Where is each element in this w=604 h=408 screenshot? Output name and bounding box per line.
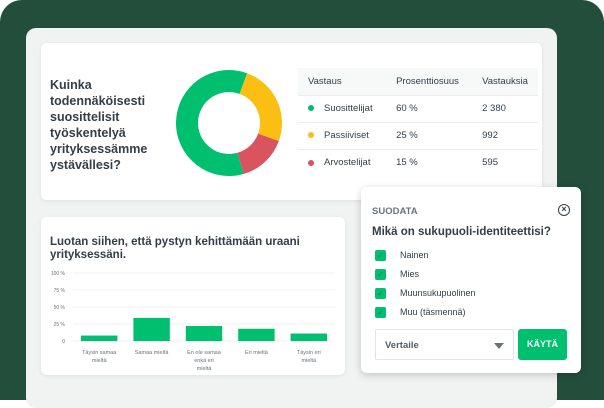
col-header: Vastaus: [298, 68, 387, 95]
select-value: Vertaile: [385, 340, 419, 351]
row-label: Arvostelijat: [324, 157, 371, 169]
checkbox-checked-icon[interactable]: ✓: [375, 268, 386, 280]
nps-card: Kuinka todennäköisesti suosittelisit työ…: [41, 43, 542, 200]
compare-select[interactable]: Vertaile: [375, 329, 514, 360]
checkbox-checked-icon[interactable]: ✓: [375, 287, 386, 299]
row-label: Suosittelijat: [324, 103, 373, 114]
x-tick-label: mieltä: [92, 358, 108, 364]
donut-slice: [175, 70, 248, 176]
col-header: Vastauksia: [472, 68, 538, 95]
apply-button[interactable]: KÄYTÄ: [518, 329, 567, 360]
bar: [133, 317, 170, 341]
checkbox-checked-icon[interactable]: ✓: [375, 249, 386, 261]
filter-option[interactable]: ✓ Muu (täsmennä): [375, 306, 466, 318]
bar: [185, 326, 223, 341]
row-percent: 25 %: [386, 121, 473, 149]
x-tick-label: Täysin samaa: [82, 350, 117, 356]
y-tick-label: 75 %: [54, 288, 66, 294]
checkbox-checked-icon[interactable]: ✓: [375, 306, 386, 318]
chevron-down-icon: [494, 343, 504, 349]
row-count: 992: [472, 121, 538, 149]
table-row: Passiiviset 25 % 992: [298, 121, 538, 149]
legend-dot: [308, 105, 314, 112]
y-tick-label: 50 %: [54, 305, 66, 311]
y-tick-label: 100 %: [51, 271, 66, 277]
close-icon[interactable]: ×: [558, 204, 570, 216]
question-title: Kuinka todennäköisesti suosittelisit työ…: [50, 78, 148, 172]
row-count: 595: [472, 148, 538, 176]
bar: [81, 335, 118, 341]
bar-chart-card: Luotan siihen, että pystyn kehittämään u…: [41, 217, 345, 375]
x-tick-label: Eri mieltä: [245, 350, 269, 356]
x-tick-label: mieltä: [197, 366, 213, 372]
col-header: Prosenttiosuus: [386, 68, 473, 95]
filter-question: Mikä on sukupuoli-identiteettisi?: [372, 226, 551, 238]
x-tick-label: En ole samaa: [187, 350, 222, 356]
y-tick-label: 25 %: [54, 322, 66, 328]
row-percent: 15 %: [386, 148, 473, 176]
option-label: Muunsukupuolinen: [400, 288, 476, 298]
row-label: Passiiviset: [324, 130, 369, 141]
table-header: Vastaus Prosenttiosuus Vastauksia: [298, 68, 538, 95]
filter-popup: SUODATA × Mikä on sukupuoli-identiteetti…: [361, 187, 581, 373]
legend-dot: [308, 132, 314, 139]
option-label: Muu (täsmennä): [400, 307, 466, 317]
y-tick-label: 0: [62, 339, 65, 345]
option-label: Mies: [400, 269, 420, 279]
results-table: Vastaus Prosenttiosuus Vastauksia Suosit…: [298, 68, 538, 176]
filter-title: SUODATA: [372, 206, 418, 217]
donut-slice: [239, 73, 282, 142]
x-tick-label: enkä eri: [194, 358, 214, 364]
x-tick-label: mieltä: [301, 358, 317, 364]
bar-chart: 100 % 75 % 50 % 25 % 0 Täysin samaa mieltä Sama…: [51, 271, 335, 372]
filter-option[interactable]: ✓ Mies: [375, 268, 419, 280]
filter-option[interactable]: ✓ Muunsukupuolinen: [375, 287, 476, 299]
bar: [290, 333, 327, 341]
x-tick-label: Täysin eri: [297, 350, 321, 356]
x-tick-label: Samaa mieltä: [135, 350, 170, 356]
table-row: Suosittelijat 60 % 2 380: [298, 94, 538, 122]
donut-chart: [175, 70, 282, 176]
bar: [238, 328, 275, 341]
row-count: 2 380: [472, 94, 538, 122]
donut-slice: [237, 133, 279, 174]
table-row: Arvostelijat 15 % 595: [298, 148, 538, 176]
option-label: Nainen: [400, 250, 429, 260]
legend-dot: [308, 159, 314, 166]
row-percent: 60 %: [386, 94, 473, 122]
filter-option[interactable]: ✓ Nainen: [375, 249, 429, 261]
